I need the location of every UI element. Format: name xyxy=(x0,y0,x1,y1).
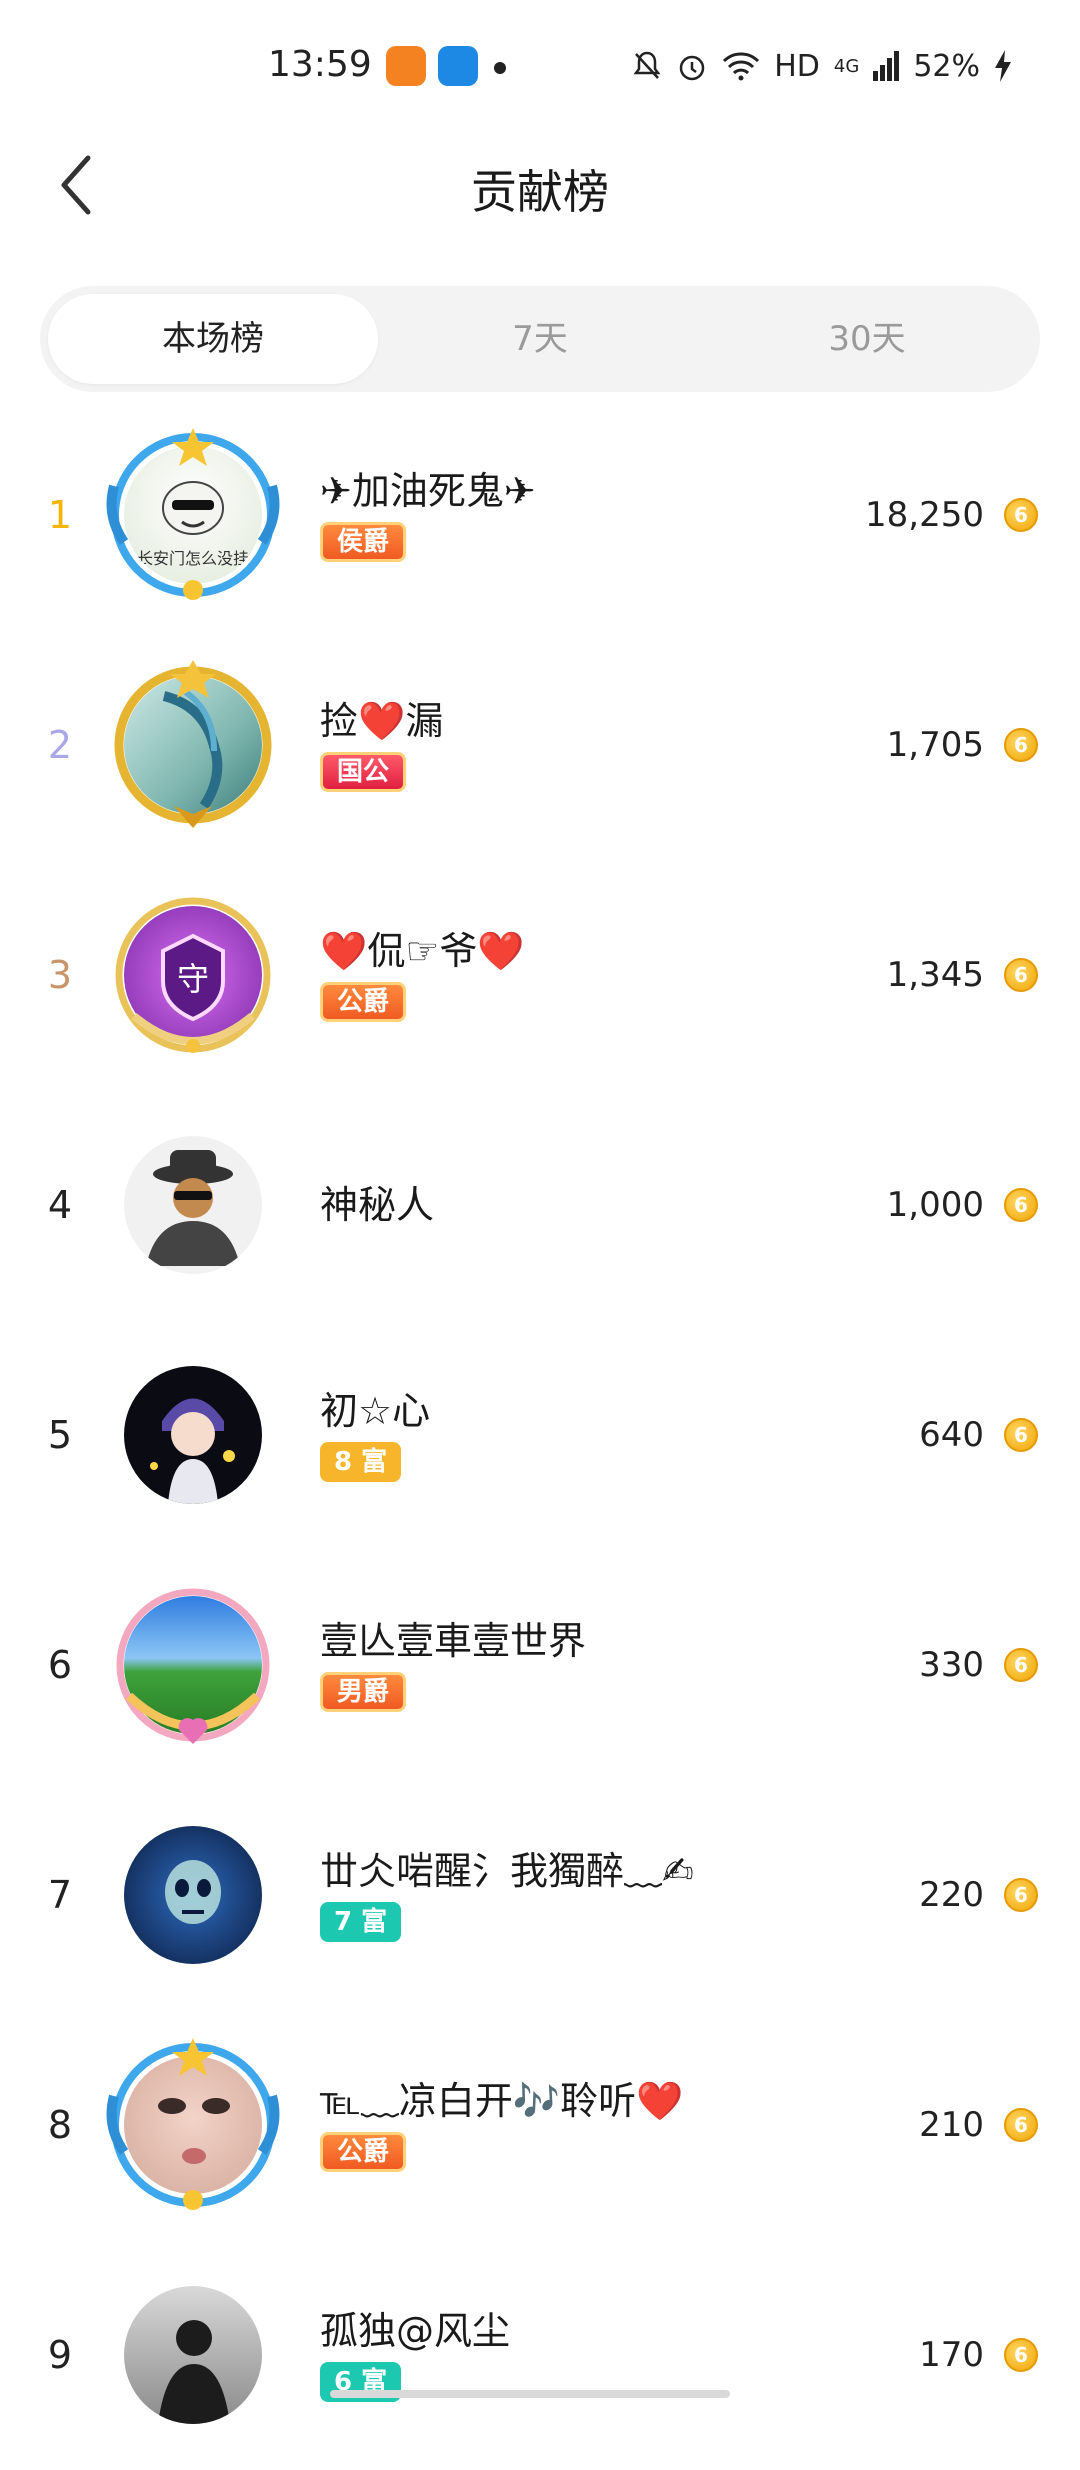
list-item[interactable]: 8 ℡﹏凉白开🎶聆听❤️ 公爵 210 6 xyxy=(0,2010,1080,2240)
tab-current-session[interactable]: 本场榜 xyxy=(48,294,378,384)
contribution-score: 220 xyxy=(919,1875,984,1915)
ranking-tabs: 本场榜 7天 30天 xyxy=(40,286,1040,392)
alarm-icon xyxy=(679,55,705,81)
signal-4g-label: 4G xyxy=(833,55,860,77)
user-name: 捡❤️漏 xyxy=(320,699,444,743)
coin-icon: 6 xyxy=(1004,1188,1038,1222)
contribution-score: 170 xyxy=(919,2335,984,2375)
header: 贡献榜 xyxy=(0,120,1080,250)
list-item[interactable]: 4 神秘人 1,000 6 xyxy=(0,1090,1080,1320)
page-title: 贡献榜 xyxy=(471,165,609,219)
rank-badge: 男爵 xyxy=(320,1672,407,1712)
coin-icon: 6 xyxy=(1004,958,1038,992)
coin-icon: 6 xyxy=(1004,498,1038,532)
coin-icon: 6 xyxy=(1004,1878,1038,1912)
rank-number: 1 xyxy=(47,493,73,537)
list-item[interactable]: 1 长安门怎么没挂 ✈加油死鬼✈ 侯爵 18,250 6 xyxy=(0,400,1080,630)
avatar[interactable] xyxy=(124,1826,262,1964)
rank-number: 7 xyxy=(47,1873,73,1917)
wealth-level-badge: 7 富 xyxy=(320,1902,402,1942)
charging-bolt-icon xyxy=(995,50,1011,82)
app-notification-icon xyxy=(386,46,426,86)
more-notifications-dot xyxy=(494,62,506,74)
coin-icon: 6 xyxy=(1004,2338,1038,2372)
user-name: 壹亾壹車壹世界 xyxy=(320,1619,587,1663)
avatar[interactable] xyxy=(124,1136,262,1274)
rank-number: 5 xyxy=(47,1413,73,1457)
status-icons: HD 4G 52% xyxy=(632,46,1012,86)
tab-30-days[interactable]: 30天 xyxy=(702,294,1032,384)
avatar-frame xyxy=(115,897,271,1053)
wealth-level-badge: 8 富 xyxy=(320,1442,402,1482)
user-name: ℡﹏凉白开🎶聆听❤️ xyxy=(320,2079,684,2123)
tab-7-days[interactable]: 7天 xyxy=(375,294,705,384)
avatar[interactable] xyxy=(124,1366,262,1504)
contribution-score: 210 xyxy=(919,2105,984,2145)
rank-number: 9 xyxy=(47,2333,73,2377)
avatar-frame xyxy=(106,2038,280,2210)
rank-badge: 国公 xyxy=(320,752,407,792)
coin-icon: 6 xyxy=(1004,1418,1038,1452)
list-item[interactable]: 5 初☆心 8 富 640 6 xyxy=(0,1320,1080,1550)
user-name: 初☆心 xyxy=(320,1389,431,1433)
app-notification-icon xyxy=(438,46,478,86)
avatar-frame xyxy=(116,1588,270,1744)
rank-badge: 公爵 xyxy=(320,982,407,1022)
contribution-score: 1,000 xyxy=(886,1185,984,1225)
contribution-score: 640 xyxy=(919,1415,984,1455)
rank-number: 8 xyxy=(47,2103,73,2147)
user-name: ❤️侃☞爷❤️ xyxy=(320,929,525,973)
contribution-score: 330 xyxy=(919,1645,984,1685)
coin-icon: 6 xyxy=(1004,1648,1038,1682)
avatar[interactable] xyxy=(124,2286,262,2424)
coin-icon: 6 xyxy=(1004,2108,1038,2142)
avatar-frame xyxy=(114,660,272,828)
mute-bell-icon xyxy=(633,51,661,79)
contribution-score: 1,345 xyxy=(886,955,984,995)
avatar-frame xyxy=(106,428,280,600)
user-name: 神秘人 xyxy=(320,1183,435,1227)
user-name: 孤独@风尘 xyxy=(320,2309,511,2353)
user-name: ✈加油死鬼✈ xyxy=(320,469,536,513)
rank-number: 4 xyxy=(47,1183,73,1227)
coin-icon: 6 xyxy=(1004,728,1038,762)
status-bar: 13:59 HD 4G 52% xyxy=(0,0,1080,120)
list-item[interactable]: 2 捡❤️漏 国公 1,705 6 xyxy=(0,630,1080,860)
user-name: 丗仌啱醒氵我獨醉﹏✍ xyxy=(320,1849,694,1893)
network-hd-label: HD xyxy=(774,48,820,84)
rank-number: 6 xyxy=(47,1643,73,1687)
rank-number: 3 xyxy=(47,953,73,997)
status-time: 13:59 xyxy=(268,44,372,85)
rank-badge: 公爵 xyxy=(320,2132,407,2172)
list-item[interactable]: 7 丗仌啱醒氵我獨醉﹏✍ 7 富 220 6 xyxy=(0,1780,1080,2010)
list-item[interactable]: 3 守 ❤️侃☞爷❤️ 公爵 1,345 6 xyxy=(0,860,1080,1090)
battery-percent: 52% xyxy=(913,48,980,84)
rank-badge: 侯爵 xyxy=(320,522,407,562)
contribution-score: 18,250 xyxy=(865,495,984,535)
list-item[interactable]: 9 孤独@风尘 6 富 170 6 xyxy=(0,2240,1080,2470)
rank-number: 2 xyxy=(47,723,73,767)
contribution-score: 1,705 xyxy=(886,725,984,765)
signal-icon xyxy=(873,51,900,81)
wifi-icon xyxy=(723,52,760,81)
home-indicator xyxy=(330,2390,730,2398)
list-item[interactable]: 6 壹亾壹車壹世界 男爵 330 6 xyxy=(0,1550,1080,1780)
